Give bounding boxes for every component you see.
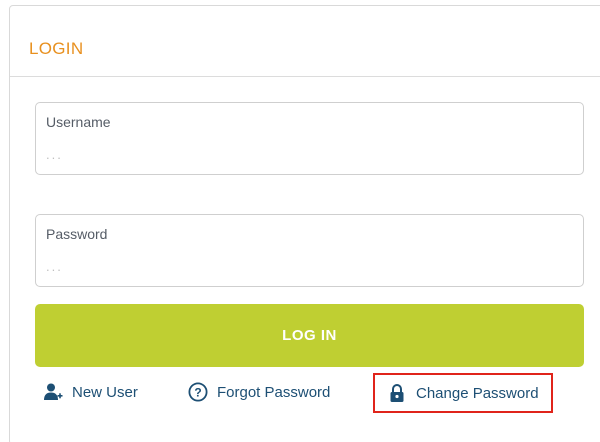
login-button[interactable]: LOG IN bbox=[35, 304, 584, 367]
forgot-password-link[interactable]: ? Forgot Password bbox=[188, 380, 330, 404]
password-field[interactable]: Password bbox=[35, 214, 584, 287]
card-header: LOGIN bbox=[10, 6, 600, 77]
question-circle-icon: ? bbox=[188, 382, 208, 402]
login-card: LOGIN Username Password LOG IN New User … bbox=[9, 5, 600, 442]
username-input[interactable] bbox=[46, 143, 566, 165]
new-user-link[interactable]: New User bbox=[43, 380, 138, 404]
add-user-icon bbox=[43, 382, 63, 402]
forgot-password-label: Forgot Password bbox=[217, 383, 331, 401]
page-title: LOGIN bbox=[29, 39, 84, 58]
change-password-label: Change Password bbox=[416, 384, 539, 402]
username-field[interactable]: Username bbox=[35, 102, 584, 175]
change-password-link[interactable]: Change Password bbox=[373, 373, 553, 413]
username-label: Username bbox=[46, 114, 111, 130]
svg-text:?: ? bbox=[194, 386, 201, 400]
password-label: Password bbox=[46, 226, 108, 242]
new-user-label: New User bbox=[72, 383, 138, 401]
lock-icon bbox=[387, 383, 407, 403]
password-input[interactable] bbox=[46, 255, 566, 277]
